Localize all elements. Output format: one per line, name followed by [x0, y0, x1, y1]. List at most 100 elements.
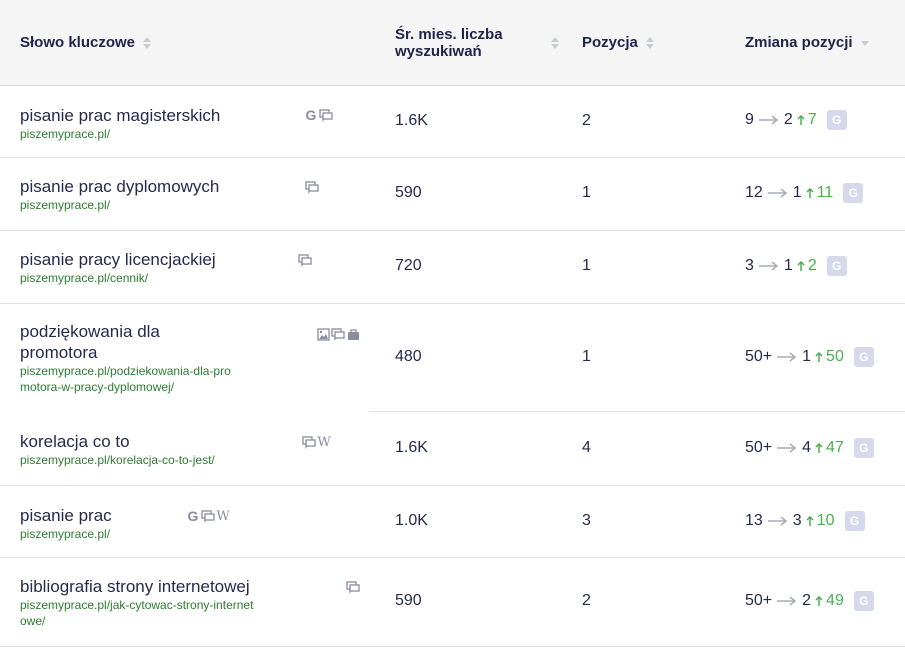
position-change: 13 3 10 G: [745, 511, 865, 531]
keyword-text-line2: promotora: [20, 343, 98, 362]
keyword-text[interactable]: bibliografia strony internetowej: [20, 576, 290, 597]
arrow-right-icon: [767, 516, 788, 526]
position-value: 4: [582, 439, 591, 456]
ranking-url[interactable]: piszemyprace.pl/podziekowania-dla-pro mo…: [20, 363, 290, 395]
position-value: 3: [582, 512, 591, 529]
google-badge-icon[interactable]: G: [826, 256, 847, 276]
keyword-text[interactable]: pisanie prac magisterskich: [20, 105, 290, 126]
position-value: 1: [582, 257, 591, 274]
previous-position: 3: [745, 257, 754, 274]
column-header-volume[interactable]: Śr. mies. liczba wyszukiwań: [395, 0, 559, 85]
position-gain: 10: [806, 512, 835, 530]
volume-value: 480: [395, 348, 422, 365]
arrow-up-icon: [797, 114, 805, 126]
arrow-right-icon: [767, 188, 788, 198]
wikipedia-icon: W: [317, 434, 331, 450]
arrow-up-icon: [806, 187, 814, 199]
table-row[interactable]: pisanie pracy licencjackiej piszemyprace…: [0, 231, 905, 304]
position-gain: 47: [815, 439, 844, 457]
ranking-url-line1: piszemyprace.pl/podziekowania-dla-pro: [20, 364, 231, 378]
google-badge-icon[interactable]: G: [843, 183, 864, 203]
position-gain: 49: [815, 592, 844, 610]
reviews-icon: [302, 435, 316, 449]
current-position: 1: [792, 184, 802, 201]
reviews-icon: [319, 108, 333, 122]
keyword-text[interactable]: pisanie prac: [20, 505, 290, 526]
table-row[interactable]: pisanie prac dyplomowych piszemyprace.pl…: [0, 158, 905, 231]
table-row[interactable]: bibliografia strony internetowej piszemy…: [0, 558, 905, 647]
ranking-url-line2: owe/: [20, 614, 46, 628]
table-header: Słowo kluczowe Śr. mies. liczba wyszukiw…: [0, 0, 905, 86]
volume-value: 1.0K: [395, 512, 428, 529]
column-header-volume-line1: Śr. mies. liczba: [395, 25, 503, 43]
column-header-change[interactable]: Zmiana pozycji: [745, 0, 885, 85]
image-icon: [316, 327, 330, 341]
current-position: 4: [802, 439, 812, 456]
ranking-url[interactable]: piszemyprace.pl/: [20, 526, 290, 542]
serp-features: G W: [186, 508, 230, 524]
column-header-keyword[interactable]: Słowo kluczowe: [20, 0, 180, 85]
previous-position: 9: [745, 111, 754, 128]
google-feature-icon: G: [305, 107, 317, 123]
reviews-icon: [346, 580, 360, 594]
table-row[interactable]: korelacja co to piszemyprace.pl/korelacj…: [0, 413, 905, 486]
ranking-url[interactable]: piszemyprace.pl/jak-cytowac-strony-inter…: [20, 597, 290, 629]
reviews-icon: [201, 509, 215, 523]
arrow-right-icon: [758, 261, 779, 271]
position-change: 50+ 2 49 G: [745, 591, 874, 611]
google-badge-icon[interactable]: G: [853, 438, 874, 458]
table-row[interactable]: pisanie prac piszemyprace.pl/ G W 1.0K 3…: [0, 486, 905, 558]
position-gain: 7: [797, 111, 817, 129]
column-header-position[interactable]: Pozycja: [582, 0, 682, 85]
gain-value: 2: [807, 257, 817, 274]
column-header-volume-label: Śr. mies. liczba wyszukiwań: [395, 26, 503, 60]
volume-value: 1.6K: [395, 439, 428, 456]
ranking-url-line2: motora-w-pracy-dyplomowej/: [20, 380, 175, 394]
serp-features: G: [304, 107, 333, 123]
ranking-url[interactable]: piszemyprace.pl/: [20, 126, 290, 142]
current-position: 3: [792, 512, 802, 529]
serp-features: [316, 327, 360, 341]
position-value: 1: [582, 184, 591, 201]
table-row[interactable]: pisanie prac magisterskich piszemyprace.…: [0, 86, 905, 158]
current-position: 2: [783, 111, 793, 128]
keyword-text[interactable]: pisanie pracy licencjackiej: [20, 249, 290, 270]
sort-icon[interactable]: [645, 36, 654, 50]
ranking-url-line1: piszemyprace.pl/jak-cytowac-strony-inter…: [20, 598, 254, 612]
google-badge-icon[interactable]: G: [853, 347, 874, 367]
ranking-url[interactable]: piszemyprace.pl/cennik/: [20, 270, 290, 286]
ranking-url[interactable]: piszemyprace.pl/korelacja-co-to-jest/: [20, 452, 290, 468]
keyword-text[interactable]: pisanie prac dyplomowych: [20, 176, 290, 197]
sort-icon[interactable]: [551, 36, 559, 50]
volume-value: 590: [395, 592, 422, 609]
volume-value: 1.6K: [395, 112, 428, 129]
arrow-right-icon: [777, 352, 797, 362]
table-row[interactable]: podziękowania dla promotora piszemyprace…: [0, 304, 905, 412]
arrow-right-icon: [777, 596, 797, 606]
google-badge-icon[interactable]: G: [844, 511, 865, 531]
ranking-url[interactable]: piszemyprace.pl/: [20, 197, 290, 213]
serp-features: W: [302, 434, 331, 450]
current-position: 1: [783, 257, 793, 274]
arrow-right-icon: [758, 115, 779, 125]
current-position: 2: [802, 592, 812, 609]
gain-value: 7: [807, 111, 817, 128]
position-change: 50+ 1 50 G: [745, 347, 874, 367]
google-badge-icon[interactable]: G: [826, 110, 847, 130]
ads-icon: [346, 327, 360, 341]
position-change: 50+ 4 47 G: [745, 438, 874, 458]
sort-desc-icon[interactable]: [860, 36, 869, 50]
keywords-table: Słowo kluczowe Śr. mies. liczba wyszukiw…: [0, 0, 905, 648]
sort-icon[interactable]: [143, 36, 152, 50]
keyword-text[interactable]: podziękowania dla promotora: [20, 321, 290, 363]
column-header-volume-line2: wyszukiwań: [395, 42, 482, 60]
previous-position: 50+: [745, 439, 773, 456]
keyword-text[interactable]: korelacja co to: [20, 431, 290, 452]
google-badge-icon[interactable]: G: [853, 591, 874, 611]
arrow-up-icon: [815, 442, 823, 454]
position-value: 2: [582, 592, 591, 609]
previous-position: 50+: [745, 592, 773, 609]
arrow-up-icon: [815, 595, 823, 607]
position-value: 2: [582, 112, 591, 129]
google-feature-icon: G: [187, 508, 199, 524]
